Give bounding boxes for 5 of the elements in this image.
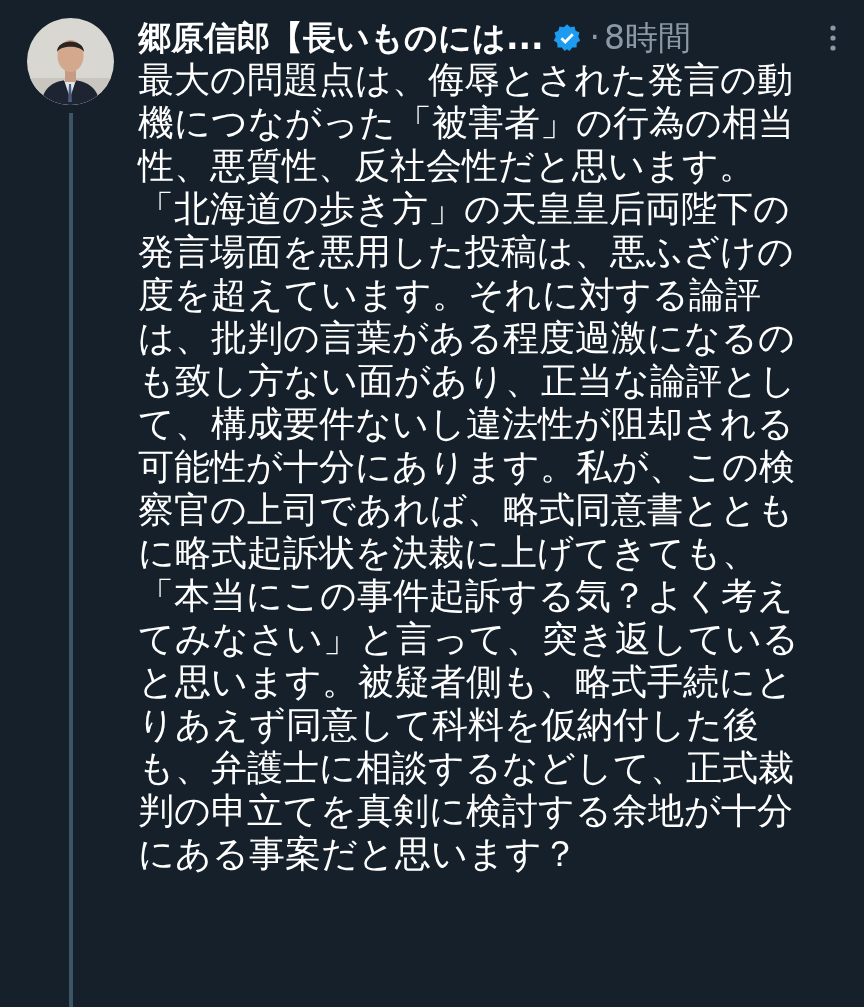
more-options-icon[interactable] <box>830 25 836 51</box>
author-name[interactable]: 郷原信郎【長いものには... <box>138 18 544 58</box>
timestamp[interactable]: 8時間 <box>604 18 692 58</box>
tweet-text: 最大の問題点は、侮辱とされた発言の動機につながった「被害者」の行為の相当性、悪質性、反社会性だと思います。「北海道の歩き方」の天皇皇后両陛下の発言場面を悪用した投稿は、悪ふざけの度を超えています。それに対する論評は、批判の言葉がある程度過激になるのも致し方ない面があり、正当な論評として、構成要件ないし違法性が阻却される可能性が十分にあります。私が、この検察官の上司であれば、略式同意書とともに略式起訴状を決裁に上げてきても、「本当にこの事件起訴する気？よく考えてみなさい」と言って、突き返していると思います。被疑者側も、略式手続にとりあえず同意して科料を仮納付した後も、弁護士に相談するなどして、正式裁判の申立てを真剣に検討する余地が十分にある事案だと思います？ <box>138 58 800 875</box>
separator-dot: · <box>589 18 601 58</box>
